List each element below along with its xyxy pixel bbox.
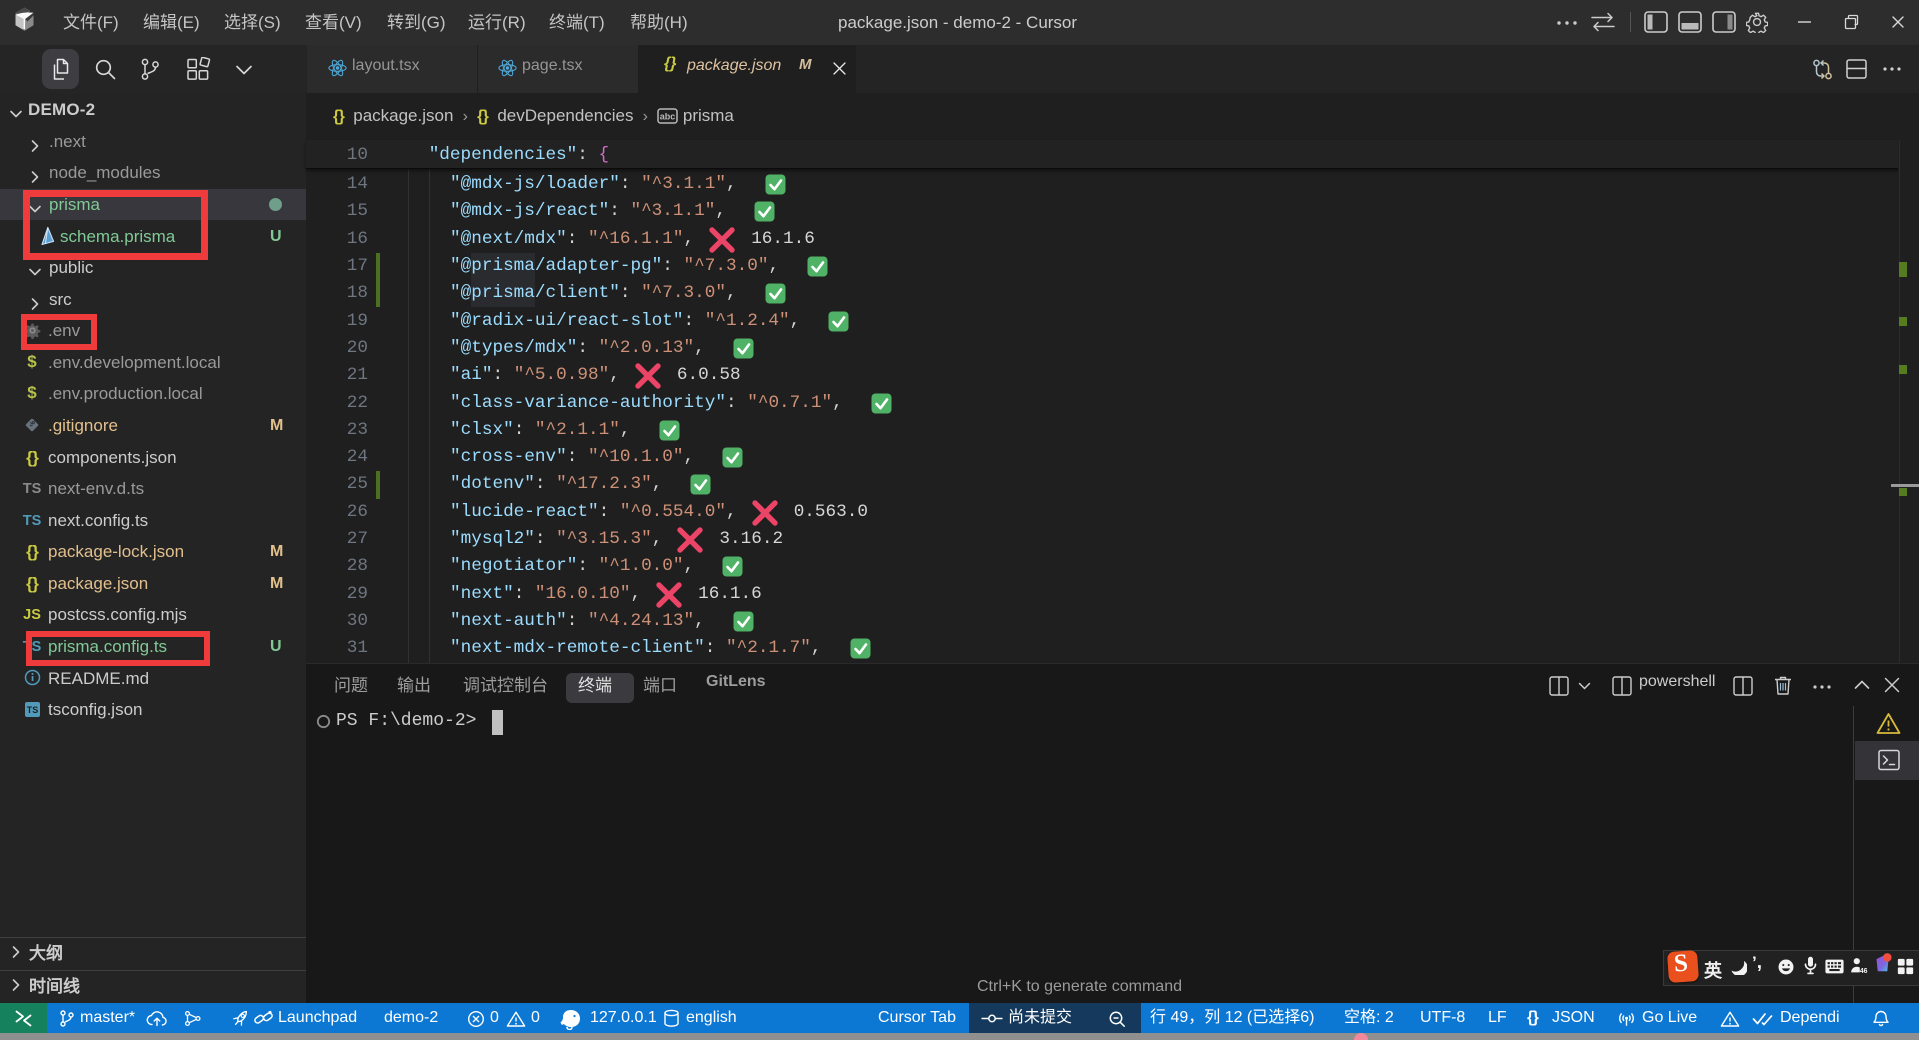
svg-text:TS: TS [26, 705, 38, 715]
svg-text:abc: abc [660, 111, 676, 121]
svg-text:46: 46 [1860, 968, 1868, 975]
